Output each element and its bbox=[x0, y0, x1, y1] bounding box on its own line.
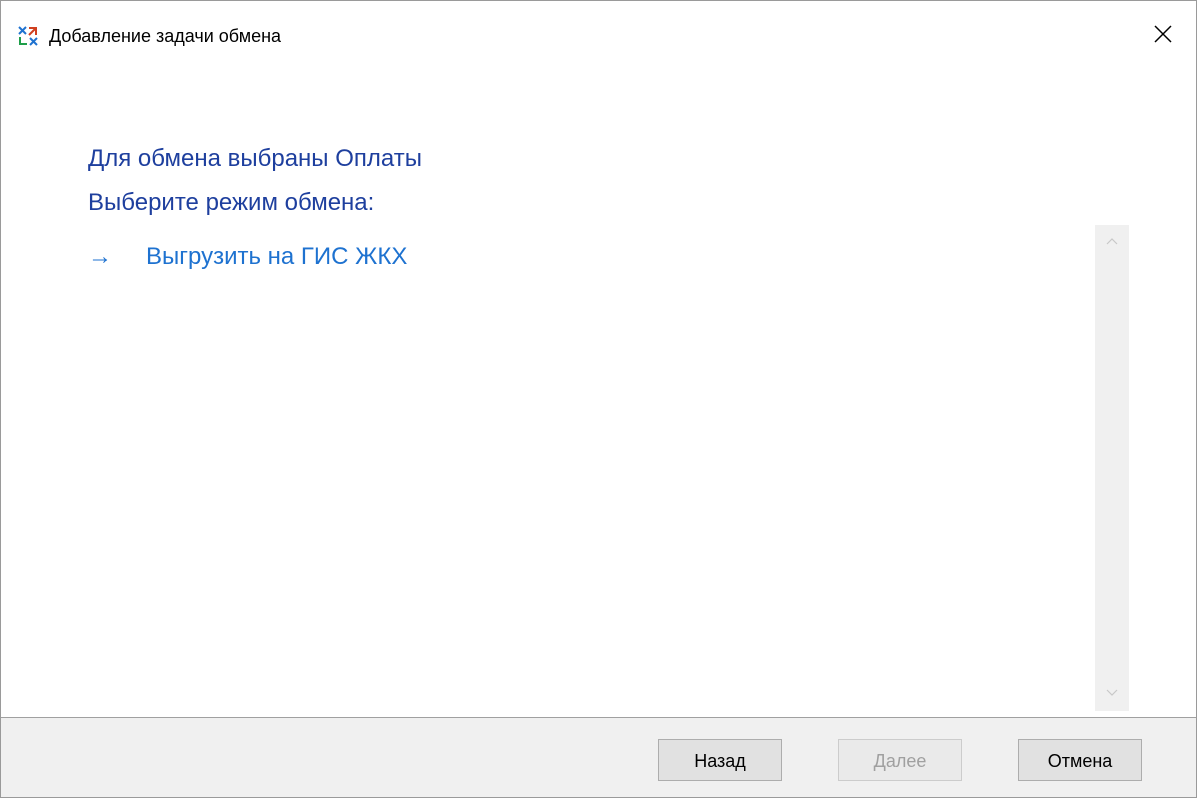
vertical-scrollbar[interactable] bbox=[1095, 225, 1129, 711]
scroll-up-button[interactable] bbox=[1095, 225, 1129, 259]
selection-info-text: Для обмена выбраны Оплаты bbox=[88, 145, 422, 172]
close-button[interactable] bbox=[1130, 1, 1196, 65]
arrow-right-icon: → bbox=[88, 243, 112, 270]
title-bar[interactable]: Добавление задачи обмена bbox=[1, 1, 1196, 65]
scroll-up-icon bbox=[1106, 238, 1118, 245]
back-button[interactable]: Назад bbox=[658, 739, 782, 781]
close-icon bbox=[1154, 25, 1172, 43]
next-button[interactable]: Далее bbox=[838, 739, 962, 781]
option-upload-gis-zhkh[interactable]: → Выгрузить на ГИС ЖКХ bbox=[88, 242, 407, 272]
wizard-content: Для обмена выбраны Оплаты Выберите режим… bbox=[1, 65, 1196, 717]
scroll-down-button[interactable] bbox=[1095, 677, 1129, 711]
select-mode-prompt: Выберите режим обмена: bbox=[88, 189, 375, 216]
cancel-button[interactable]: Отмена bbox=[1018, 739, 1142, 781]
dialog-window: Добавление задачи обмена Для обмена выбр… bbox=[0, 0, 1197, 798]
button-bar: Назад Далее Отмена bbox=[1, 718, 1196, 797]
option-label: Выгрузить на ГИС ЖКХ bbox=[146, 243, 408, 270]
window-title: Добавление задачи обмена bbox=[49, 26, 282, 46]
scroll-down-icon bbox=[1106, 689, 1118, 696]
exchange-app-icon bbox=[17, 25, 39, 47]
